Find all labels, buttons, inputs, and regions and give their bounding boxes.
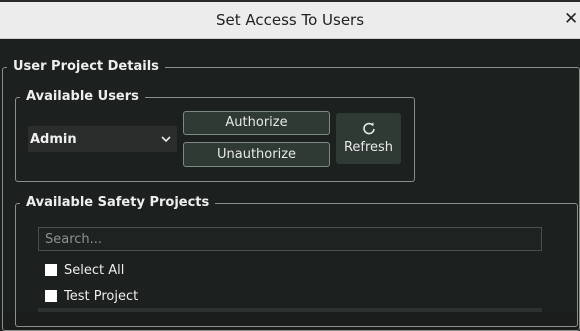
refresh-icon	[363, 122, 375, 135]
refresh-button[interactable]: Refresh	[336, 113, 401, 164]
test-project-checkbox[interactable]	[45, 290, 57, 302]
list-item: Test Project	[45, 289, 165, 305]
available-users-legend: Available Users	[26, 89, 139, 104]
available-safety-projects-legend: Available Safety Projects	[26, 195, 210, 210]
unauthorize-button[interactable]: Unauthorize	[183, 142, 330, 167]
window-titlebar: Set Access To Users ✕	[0, 0, 580, 39]
project-search-input[interactable]	[38, 227, 542, 251]
user-project-details-legend: User Project Details	[13, 59, 159, 74]
select-all-label: Select All	[64, 263, 125, 278]
close-icon[interactable]: ✕	[564, 9, 578, 29]
refresh-label: Refresh	[343, 140, 394, 155]
user-select-value: Admin	[30, 132, 77, 147]
list-next-row-edge	[38, 308, 542, 312]
user-select[interactable]: Admin	[28, 126, 177, 152]
test-project-label: Test Project	[64, 289, 139, 304]
titlebar-top-edge	[0, 0, 580, 2]
authorize-button[interactable]: Authorize	[183, 111, 330, 135]
select-all-checkbox[interactable]	[45, 264, 57, 276]
window-title: Set Access To Users	[215, 11, 365, 29]
list-item: Select All	[45, 263, 165, 279]
chevron-down-icon	[161, 136, 171, 143]
